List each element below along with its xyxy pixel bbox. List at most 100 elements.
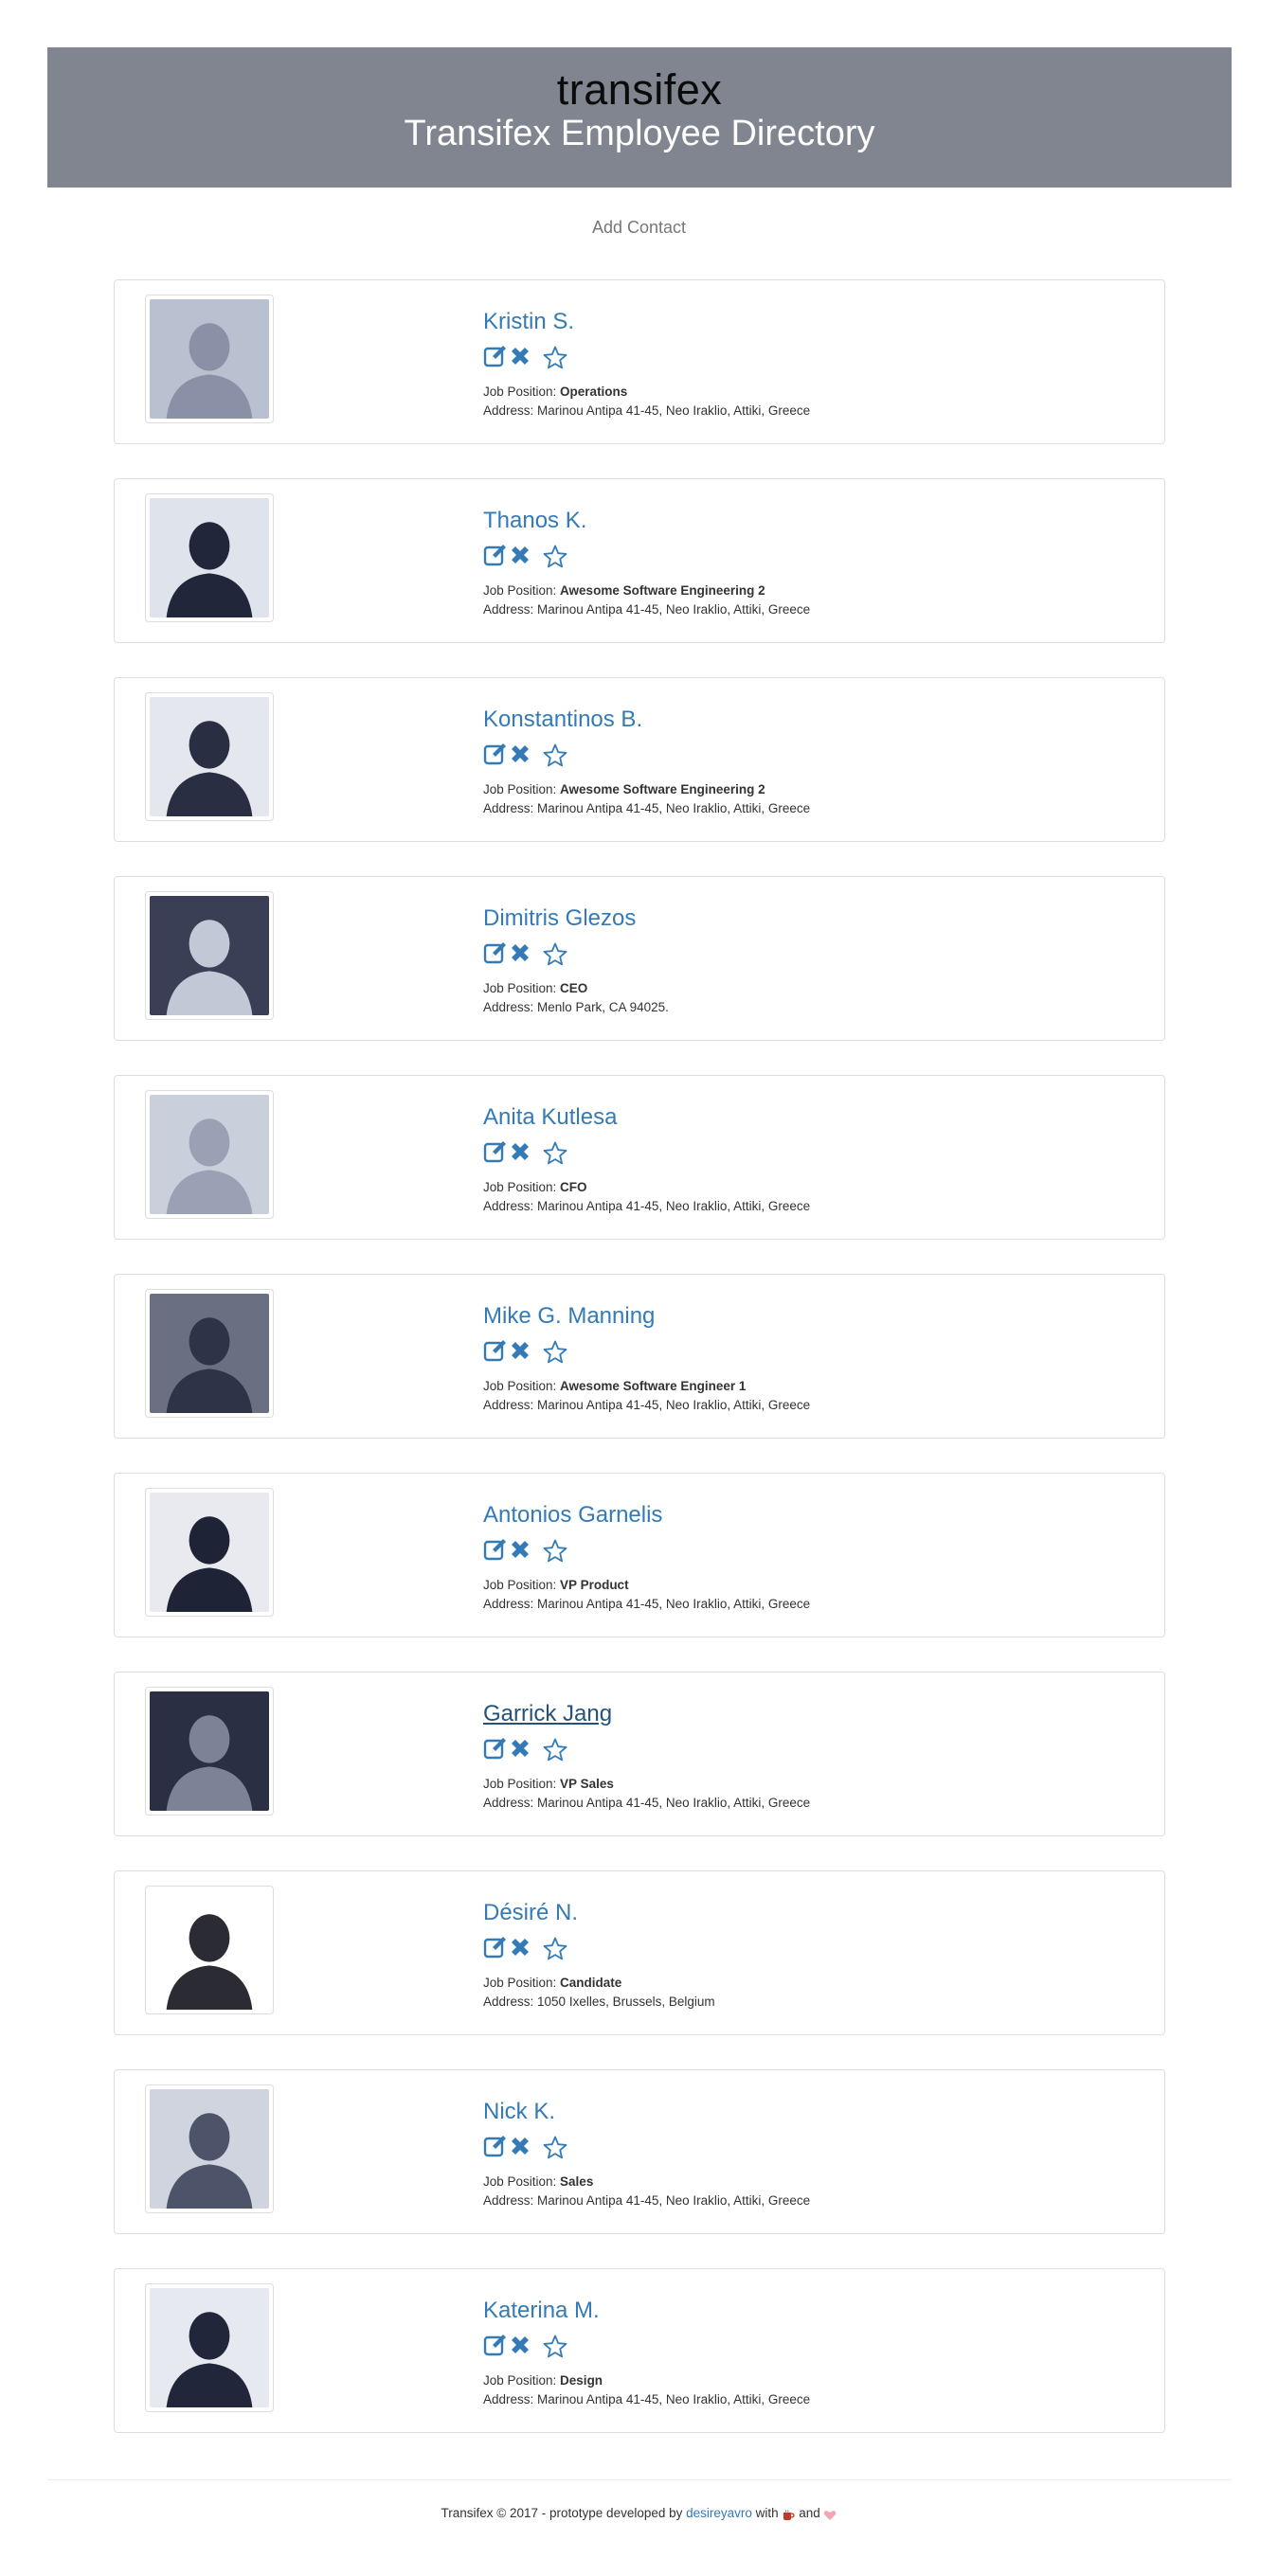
- job-position: Job Position: Awesome Software Engineeri…: [483, 780, 810, 799]
- job-position-value: Design: [560, 2373, 603, 2388]
- avatar: [150, 1691, 269, 1811]
- job-position-value: CFO: [560, 1180, 587, 1194]
- contact-name-link[interactable]: Katerina M.: [483, 2298, 600, 2323]
- heart-icon: [823, 2508, 837, 2521]
- remove-icon[interactable]: [508, 2134, 532, 2158]
- remove-icon[interactable]: [508, 1139, 532, 1164]
- footer-divider: [47, 2479, 1232, 2480]
- contact-actions: [483, 2332, 810, 2358]
- contact-name-link[interactable]: Kristin S.: [483, 309, 574, 334]
- author-link[interactable]: desireyavro: [686, 2506, 752, 2520]
- edit-icon[interactable]: [483, 940, 508, 965]
- star-outline-icon[interactable]: [542, 742, 568, 769]
- contact-name-link[interactable]: Désiré N.: [483, 1900, 578, 1925]
- job-position: Job Position: CEO: [483, 979, 669, 998]
- address-value: Marinou Antipa 41-45, Neo Iraklio, Attik…: [537, 1398, 811, 1412]
- contact-name-link[interactable]: Antonios Garnelis: [483, 1502, 662, 1528]
- star-outline-icon[interactable]: [542, 1140, 568, 1167]
- star-outline-icon[interactable]: [542, 1737, 568, 1763]
- edit-icon[interactable]: [483, 1338, 508, 1363]
- remove-icon[interactable]: [508, 742, 532, 766]
- edit-icon[interactable]: [483, 1736, 508, 1761]
- contact-card: Garrick Jang Job Position: VP Sales Addres…: [114, 1672, 1165, 1836]
- avatar: [150, 896, 269, 1015]
- star-outline-icon[interactable]: [542, 1339, 568, 1366]
- remove-icon[interactable]: [508, 1736, 532, 1761]
- address: Address: Marinou Antipa 41-45, Neo Irakl…: [483, 1197, 810, 1216]
- contact-name-link[interactable]: Mike G. Manning: [483, 1303, 655, 1329]
- contact-photo: [145, 891, 274, 1020]
- avatar: [150, 498, 269, 617]
- contact-info: Thanos K. Job Position: Awesome Software …: [483, 508, 810, 619]
- edit-icon[interactable]: [483, 344, 508, 368]
- job-position-label: Job Position:: [483, 385, 561, 399]
- contact-card: Kristin S. Job Position: Operations Addres…: [114, 279, 1165, 444]
- contact-photo: [145, 1090, 274, 1219]
- remove-icon[interactable]: [508, 1338, 532, 1363]
- avatar: [150, 2288, 269, 2407]
- remove-icon[interactable]: [508, 940, 532, 965]
- avatar: [150, 697, 269, 816]
- contact-actions: [483, 741, 810, 767]
- contact-photo: [145, 692, 274, 821]
- address: Address: Marinou Antipa 41-45, Neo Irakl…: [483, 2390, 810, 2409]
- job-position-label: Job Position:: [483, 1180, 561, 1194]
- address-value: Marinou Antipa 41-45, Neo Iraklio, Attik…: [537, 602, 811, 617]
- address: Address: 1050 Ixelles, Brussels, Belgium: [483, 1993, 715, 2012]
- star-outline-icon[interactable]: [542, 2135, 568, 2161]
- footer-prefix: Transifex © 2017 - prototype developed b…: [441, 2506, 687, 2520]
- edit-icon[interactable]: [483, 2333, 508, 2357]
- job-position: Job Position: Awesome Software Engineeri…: [483, 581, 810, 600]
- address-label: Address:: [483, 1398, 538, 1412]
- address-label: Address:: [483, 403, 538, 418]
- contact-name-link[interactable]: Konstantinos B.: [483, 707, 642, 732]
- address-value: Menlo Park, CA 94025.: [537, 1000, 669, 1014]
- contact-info: Kristin S. Job Position: Operations Addres…: [483, 309, 810, 420]
- job-position-label: Job Position:: [483, 2373, 561, 2388]
- star-outline-icon[interactable]: [542, 1538, 568, 1565]
- star-outline-icon[interactable]: [542, 345, 568, 371]
- address-value: Marinou Antipa 41-45, Neo Iraklio, Attik…: [537, 801, 811, 815]
- job-position-label: Job Position:: [483, 1578, 561, 1592]
- star-outline-icon[interactable]: [542, 2334, 568, 2360]
- contact-name-link[interactable]: Thanos K.: [483, 508, 586, 533]
- contact-photo: [145, 1886, 274, 2014]
- remove-icon[interactable]: [508, 344, 532, 368]
- remove-icon[interactable]: [508, 2333, 532, 2357]
- edit-icon[interactable]: [483, 1537, 508, 1562]
- contact-name-link[interactable]: Nick K.: [483, 2099, 555, 2124]
- address-label: Address:: [483, 1995, 538, 2009]
- address-label: Address:: [483, 1199, 538, 1213]
- edit-icon[interactable]: [483, 1935, 508, 1959]
- contact-info: Mike G. Manning Job Position: Awesome Sof…: [483, 1303, 810, 1415]
- edit-icon[interactable]: [483, 1139, 508, 1164]
- edit-icon[interactable]: [483, 2134, 508, 2158]
- contact-card: Anita Kutlesa Job Position: CFO Address: M…: [114, 1075, 1165, 1240]
- job-position-value: Awesome Software Engineering 2: [560, 583, 765, 598]
- address: Address: Marinou Antipa 41-45, Neo Irakl…: [483, 402, 810, 420]
- job-position: Job Position: VP Sales: [483, 1775, 810, 1794]
- address-value: Marinou Antipa 41-45, Neo Iraklio, Attik…: [537, 1796, 811, 1810]
- add-contact-link[interactable]: Add Contact: [0, 217, 1278, 238]
- remove-icon[interactable]: [508, 1935, 532, 1959]
- contact-name-link[interactable]: Anita Kutlesa: [483, 1104, 617, 1130]
- contact-name-link[interactable]: Garrick Jang: [483, 1701, 612, 1726]
- brand-logo: transifex: [556, 65, 723, 114]
- contact-card: Antonios Garnelis Job Position: VP Produc…: [114, 1473, 1165, 1637]
- address-label: Address:: [483, 602, 538, 617]
- address: Address: Marinou Antipa 41-45, Neo Irakl…: [483, 1595, 810, 1614]
- contact-photo: [145, 2084, 274, 2213]
- remove-icon[interactable]: [508, 1537, 532, 1562]
- edit-icon[interactable]: [483, 543, 508, 567]
- star-outline-icon[interactable]: [542, 544, 568, 570]
- contact-actions: [483, 1337, 810, 1364]
- address-value: Marinou Antipa 41-45, Neo Iraklio, Attik…: [537, 2193, 811, 2208]
- remove-icon[interactable]: [508, 543, 532, 567]
- edit-icon[interactable]: [483, 742, 508, 766]
- contact-name-link[interactable]: Dimitris Glezos: [483, 905, 636, 931]
- job-position-label: Job Position:: [483, 583, 561, 598]
- contact-photo: [145, 1687, 274, 1816]
- star-outline-icon[interactable]: [542, 1936, 568, 1962]
- avatar: [150, 2089, 269, 2209]
- star-outline-icon[interactable]: [542, 941, 568, 968]
